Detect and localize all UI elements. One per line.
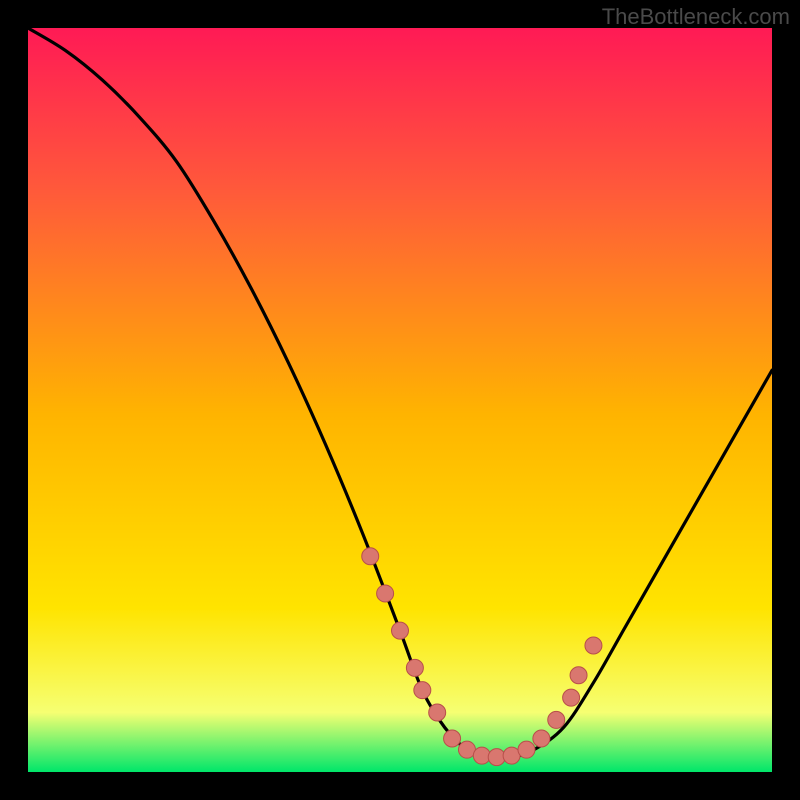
data-marker <box>548 711 565 728</box>
data-marker <box>362 548 379 565</box>
data-marker <box>473 747 490 764</box>
plot-area <box>28 28 772 772</box>
gradient-background <box>28 28 772 772</box>
data-marker <box>429 704 446 721</box>
data-marker <box>533 730 550 747</box>
data-marker <box>406 659 423 676</box>
data-marker <box>518 741 535 758</box>
data-marker <box>563 689 580 706</box>
data-marker <box>377 585 394 602</box>
data-marker <box>392 622 409 639</box>
watermark-text: TheBottleneck.com <box>602 4 790 30</box>
bottleneck-chart <box>28 28 772 772</box>
data-marker <box>585 637 602 654</box>
data-marker <box>488 749 505 766</box>
data-marker <box>444 730 461 747</box>
data-marker <box>414 682 431 699</box>
plot-frame <box>28 28 772 772</box>
data-marker <box>570 667 587 684</box>
